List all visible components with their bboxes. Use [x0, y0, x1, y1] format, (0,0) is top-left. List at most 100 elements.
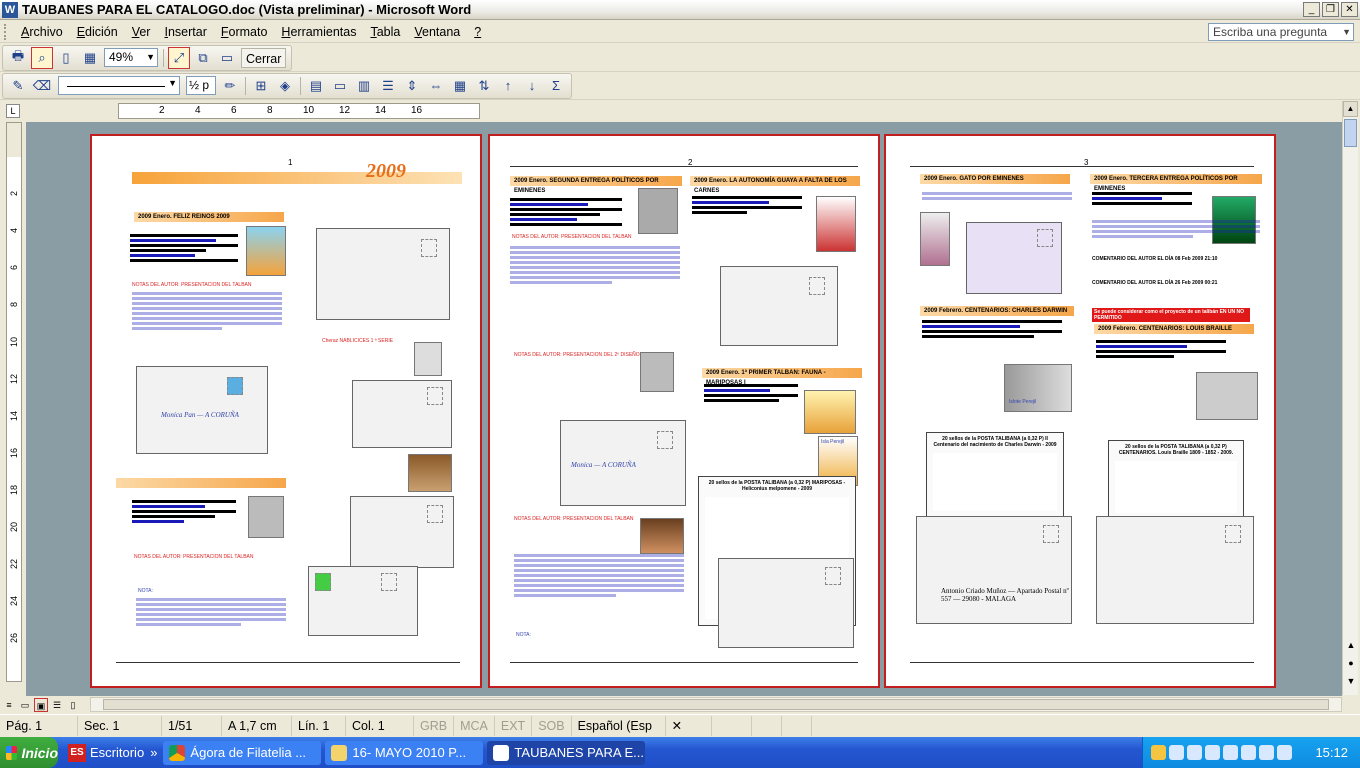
full-screen-icon[interactable]: ▭ [216, 47, 238, 69]
line-style-select[interactable]: ▼ [58, 76, 180, 95]
chevron-down-icon[interactable]: ▼ [1342, 24, 1351, 40]
close-preview-button[interactable]: Cerrar [241, 47, 287, 68]
footer-rule [910, 662, 1254, 663]
task-word[interactable]: TAUBANES PARA E... [487, 740, 646, 765]
menu-archivo[interactable]: Archivo [14, 23, 70, 41]
start-button[interactable]: Inicio [0, 737, 58, 768]
scroll-thumb[interactable] [103, 699, 1329, 710]
menu-help[interactable]: ? [467, 23, 488, 41]
menu-grip[interactable] [4, 23, 8, 40]
next-page-icon[interactable]: ▼ [1345, 675, 1357, 687]
print-layout-icon[interactable]: ▣ [34, 697, 48, 712]
outline-view-icon[interactable]: ☰ [50, 698, 64, 712]
security-shield-icon[interactable] [1151, 745, 1166, 760]
year-title: 2009 [366, 160, 406, 182]
clock[interactable]: 15:12 [1315, 745, 1348, 760]
status-overtype[interactable]: SOB [532, 715, 572, 736]
menu-edicion[interactable]: Edición [70, 23, 125, 41]
menu-tabla[interactable]: Tabla [363, 23, 407, 41]
language-indicator[interactable]: ES [68, 743, 86, 762]
envelope-image: Monica Pan — A CORUÑA [136, 366, 268, 454]
table-autoformat-icon[interactable]: ▦ [449, 75, 471, 97]
envelope-image [966, 222, 1062, 294]
scroll-up-icon[interactable]: ▲ [1343, 101, 1358, 117]
status-language[interactable]: Español (Esp [572, 715, 666, 736]
one-page-icon[interactable]: ▯ [55, 47, 77, 69]
handwritten-address: Monica — A CORUÑA [571, 461, 636, 469]
sort-descending-icon[interactable]: ↓ [521, 75, 543, 97]
word-app-icon[interactable]: W [2, 1, 18, 18]
shrink-to-fit-icon[interactable]: ⧉ [192, 47, 214, 69]
preview-page-1[interactable]: 1 2009 2009 Enero. FELIZ REINOS 2009 NOT… [90, 134, 482, 688]
zoom-select[interactable]: 49% ▼ [104, 48, 158, 67]
preview-page-2[interactable]: 2 2009 Enero. SEGUNDA ENTREGA POLÍTICOS … [488, 134, 880, 688]
vertical-ruler[interactable]: 2 4 6 8 10 12 14 16 18 20 22 24 26 [6, 122, 22, 682]
autosum-icon[interactable]: Σ [545, 75, 567, 97]
merge-cells-icon[interactable]: ▭ [329, 75, 351, 97]
usb-icon[interactable] [1205, 745, 1220, 760]
menu-herramientas[interactable]: Herramientas [274, 23, 363, 41]
draw-table-icon[interactable]: ✎ [7, 75, 29, 97]
distribute-rows-icon[interactable]: ⇕ [401, 75, 423, 97]
isla-perejil-stamp-image [816, 196, 856, 252]
minimize-button[interactable]: _ [1303, 2, 1320, 17]
network-icon[interactable] [1169, 745, 1184, 760]
chevron-down-icon[interactable]: ▼ [168, 78, 177, 88]
eraser-icon[interactable]: ⌫ [31, 75, 53, 97]
horizontal-ruler[interactable]: 2 4 6 8 10 12 14 16 [118, 103, 480, 119]
insert-table-icon[interactable]: ▤ [305, 75, 327, 97]
align-icon[interactable]: ☰ [377, 75, 399, 97]
line-weight-select[interactable]: ½ p [186, 76, 216, 95]
vertical-scrollbar[interactable]: ▲ ▲ ● ▼ [1342, 101, 1358, 695]
shading-color-icon[interactable]: ◈ [274, 75, 296, 97]
preview-workspace[interactable]: 1 2009 2009 Enero. FELIZ REINOS 2009 NOT… [26, 122, 1342, 696]
ask-question-input[interactable]: Escriba una pregunta ▼ [1208, 23, 1354, 41]
preview-page-3[interactable]: 3 2009 Enero. GATO POR EMINENES 2009 Ene… [884, 134, 1276, 688]
multiple-pages-icon[interactable]: ▦ [79, 47, 101, 69]
stamp [657, 431, 673, 449]
volume-icon[interactable] [1223, 745, 1238, 760]
web-layout-icon[interactable]: ▭ [18, 698, 32, 712]
task-label: Ágora de Filatelia ... [190, 745, 307, 760]
restore-button[interactable]: ❐ [1322, 2, 1339, 17]
menu-ventana[interactable]: Ventana [407, 23, 467, 41]
status-section: Sec. 1 [78, 715, 162, 736]
scroll-thumb[interactable] [1344, 119, 1357, 147]
wireless-icon[interactable] [1277, 745, 1292, 760]
status-track-changes[interactable]: MCA [454, 715, 495, 736]
ruler-number: 22 [9, 559, 19, 570]
taskbar: Inicio ES Escritorio » Ágora de Filateli… [0, 737, 1360, 768]
task-folder[interactable]: 16- MAYO 2010 P... [325, 740, 484, 765]
menu-insertar[interactable]: Insertar [157, 23, 213, 41]
borders-icon[interactable]: ⊞ [250, 75, 272, 97]
distribute-columns-icon[interactable]: ⇔ [425, 75, 447, 97]
desktop-toolbar-label[interactable]: Escritorio [90, 745, 144, 760]
spelling-status-icon[interactable]: ✕ [666, 715, 712, 736]
border-color-icon[interactable]: ✏ [219, 75, 241, 97]
task-browser[interactable]: Ágora de Filatelia ... [163, 740, 322, 765]
display-icon[interactable] [1187, 745, 1202, 760]
normal-view-icon[interactable]: ≡ [2, 698, 16, 712]
magnifier-icon[interactable]: ⌕ [31, 46, 53, 69]
footer-rule [510, 662, 858, 663]
previous-page-icon[interactable]: ▲ [1345, 639, 1357, 651]
printer-icon[interactable] [1241, 745, 1256, 760]
menu-ver[interactable]: Ver [125, 23, 158, 41]
reading-layout-icon[interactable]: ▯ [66, 698, 80, 712]
toolbar-separator [300, 76, 301, 95]
status-record-macro[interactable]: GRB [414, 715, 455, 736]
print-icon[interactable]: 🖶 [7, 47, 29, 69]
chevron-down-icon[interactable]: ▼ [146, 49, 155, 66]
antivirus-icon[interactable] [1259, 745, 1274, 760]
menu-formato[interactable]: Formato [214, 23, 275, 41]
sort-ascending-icon[interactable]: ↑ [497, 75, 519, 97]
close-button[interactable]: ✕ [1341, 2, 1358, 17]
status-extend[interactable]: EXT [495, 715, 533, 736]
split-cells-icon[interactable]: ▥ [353, 75, 375, 97]
view-ruler-icon[interactable]: ⤢ [168, 46, 190, 69]
select-browse-object-icon[interactable]: ● [1345, 657, 1357, 669]
horizontal-scrollbar[interactable] [90, 697, 1342, 712]
chevron-right-icon[interactable]: » [150, 745, 157, 760]
text-direction-icon[interactable]: ⇅ [473, 75, 495, 97]
tab-selector[interactable]: L [6, 104, 20, 118]
